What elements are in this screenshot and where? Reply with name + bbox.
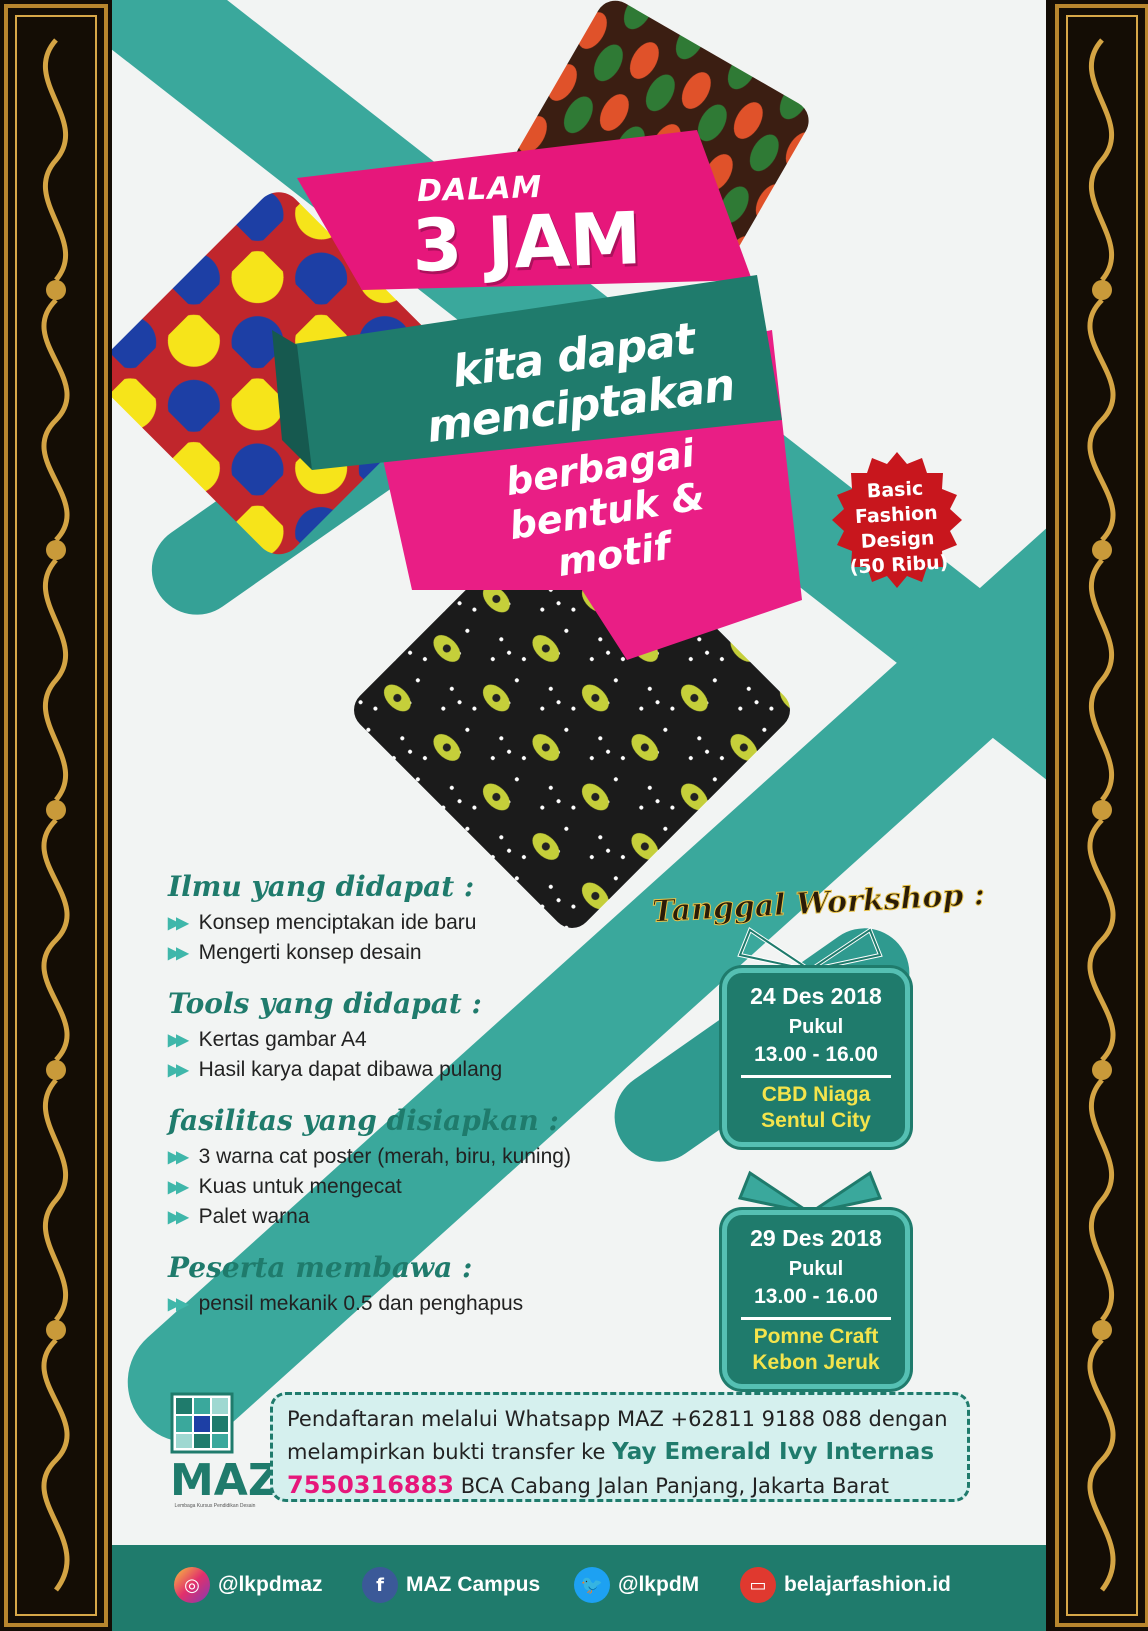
website-url: belajarfashion.id [784, 1573, 951, 1596]
section-tools: Tools yang didapat : ▶▶ Kertas gambar A4 … [168, 987, 688, 1082]
double-arrow-icon: ▶▶ [168, 1209, 189, 1226]
account-number: 7550316883 [287, 1471, 454, 1499]
double-arrow-icon: ▶▶ [168, 1296, 189, 1313]
list-item: ▶▶ Kertas gambar A4 [168, 1028, 688, 1052]
session-date: 29 Des 2018 [750, 1225, 882, 1251]
section-title: Ilmu yang didapat : [168, 870, 475, 903]
list-item: ▶▶ Palet warna [168, 1205, 688, 1229]
maz-logo: MAZ Lembaga Kursus Pendidikan Desain [170, 1392, 280, 1512]
list-item-text: Konsep menciptakan ide baru [198, 911, 477, 934]
section-peserta: Peserta membawa : ▶▶ pensil mekanik 0.5 d… [168, 1251, 688, 1316]
twitter-handle: @lkpdM [618, 1573, 700, 1596]
date-card-1: 24 Des 2018 Pukul 13.00 - 16.00 CBD Niag… [722, 968, 910, 1147]
section-title: Tools yang didapat : [168, 987, 482, 1020]
list-item: ▶▶ pensil mekanik 0.5 dan penghapus [168, 1292, 688, 1316]
ornament-border-left [0, 0, 112, 1631]
registration-box: Pendaftaran melalui Whatsapp MAZ +62811 … [270, 1392, 970, 1502]
instagram-handle: @lkpdmaz [218, 1573, 323, 1596]
list-item: ▶▶ Kuas untuk mengecat [168, 1175, 688, 1199]
session-place-line2: Kebon Jeruk [752, 1351, 880, 1374]
double-arrow-icon: ▶▶ [168, 1032, 189, 1049]
list-item-text: Kertas gambar A4 [198, 1028, 367, 1051]
gold-ornament-left [0, 0, 112, 1631]
web-icon: ▭ [740, 1567, 776, 1603]
list-item-text: pensil mekanik 0.5 dan penghapus [198, 1292, 524, 1315]
session-pukul: Pukul [788, 1016, 844, 1038]
gold-ornament-right [1051, 0, 1148, 1631]
facebook-icon: f [362, 1567, 398, 1603]
list-item: ▶▶ 3 warna cat poster (merah, biru, kunin… [168, 1145, 688, 1169]
maz-tagline: Lembaga Kursus Pendidikan Desain [174, 1503, 256, 1509]
double-arrow-icon: ▶▶ [168, 1062, 189, 1079]
list-item-text: 3 warna cat poster (merah, biru, kuning) [198, 1145, 571, 1168]
double-arrow-icon: ▶▶ [168, 1179, 189, 1196]
website-link[interactable]: ▭ belajarfashion.id [740, 1567, 951, 1603]
instagram-link[interactable]: ◎ @lkpdmaz [174, 1567, 323, 1603]
facebook-handle: MAZ Campus [406, 1573, 541, 1596]
bank-branch: BCA Cabang Jalan Panjang, Jakarta Barat [460, 1474, 889, 1498]
divider [741, 1075, 891, 1078]
session-place-line2: Sentul City [761, 1109, 871, 1132]
double-arrow-icon: ▶▶ [168, 915, 189, 932]
registration-line1: Pendaftaran melalui Whatsapp MAZ +62811 … [287, 1407, 948, 1431]
list-item-text: Hasil karya dapat dibawa pulang [198, 1058, 503, 1081]
double-arrow-icon: ▶▶ [168, 945, 189, 962]
session-pukul: Pukul [788, 1258, 844, 1280]
session-date: 24 Des 2018 [750, 983, 882, 1009]
twitter-link[interactable]: 🐦 @lkpdM [574, 1567, 699, 1603]
facebook-link[interactable]: f MAZ Campus [362, 1567, 540, 1603]
session-time: 13.00 - 16.00 [754, 1285, 878, 1308]
maz-emblem-icon [170, 1392, 234, 1454]
registration-line2: melampirkan bukti transfer ke Yay Emeral… [287, 1436, 953, 1469]
session-place: Pomne Craft Kebon Jeruk [727, 1324, 905, 1384]
registration-prefix: melampirkan bukti transfer ke [287, 1440, 606, 1464]
section-title: fasilitas yang disiapkan : [168, 1104, 559, 1137]
date-card-2: 29 Des 2018 Pukul 13.00 - 16.00 Pomne Cr… [722, 1210, 910, 1389]
section-title: Peserta membawa : [168, 1251, 473, 1284]
list-item: ▶▶ Hasil karya dapat dibawa pulang [168, 1058, 688, 1082]
session-place-line1: CBD Niaga [761, 1083, 871, 1106]
list-item-text: Mengerti konsep desain [198, 941, 422, 964]
price-badge: Basic Fashion Design (50 Ribu) [821, 474, 972, 582]
account-holder: Yay Emerald Ivy Internas [612, 1439, 935, 1465]
section-fasilitas: fasilitas yang disiapkan : ▶▶ 3 warna cat… [168, 1104, 688, 1229]
headline-3-jam: 3 JAM [410, 196, 643, 288]
twitter-icon: 🐦 [574, 1567, 610, 1603]
list-item-text: Kuas untuk mengecat [198, 1175, 402, 1198]
section-ilmu: Ilmu yang didapat : ▶▶ Konsep menciptakan… [168, 870, 688, 965]
list-item-text: Palet warna [198, 1205, 310, 1228]
list-item: ▶▶ Mengerti konsep desain [168, 941, 688, 965]
instagram-icon: ◎ [174, 1567, 210, 1603]
poster: DALAM 3 JAM kita dapat menciptakan berba… [112, 0, 1046, 1631]
registration-line3: 7550316883 BCA Cabang Jalan Panjang, Jak… [287, 1469, 953, 1503]
double-arrow-icon: ▶▶ [168, 1149, 189, 1166]
session-place: CBD Niaga Sentul City [727, 1082, 905, 1142]
maz-wordmark: MAZ [170, 1455, 280, 1506]
divider [741, 1317, 891, 1320]
list-item: ▶▶ Konsep menciptakan ide baru [168, 911, 688, 935]
ornament-border-right [1046, 0, 1148, 1631]
session-time: 13.00 - 16.00 [754, 1043, 878, 1066]
session-place-line1: Pomne Craft [753, 1325, 879, 1348]
info-sections: Ilmu yang didapat : ▶▶ Konsep menciptakan… [168, 870, 688, 1316]
